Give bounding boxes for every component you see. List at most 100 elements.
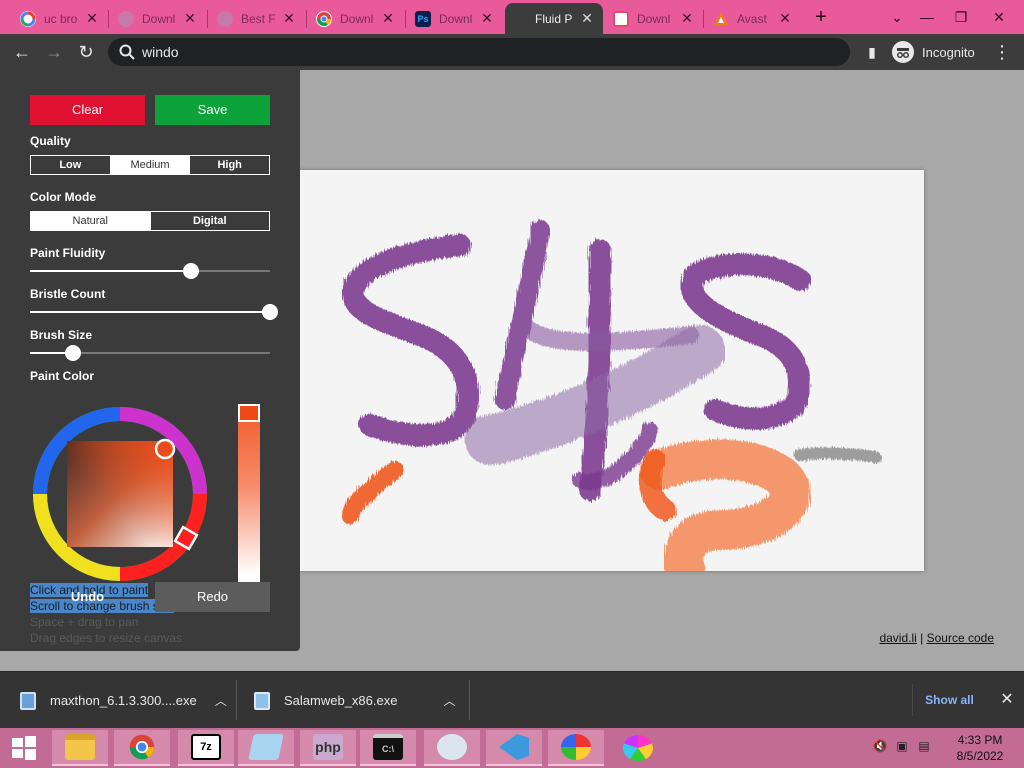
credits: david.li | Source code [879,631,994,645]
tab-best[interactable]: Best F ✕ [209,3,305,34]
tab-download-4[interactable]: Downl ✕ [605,3,703,34]
chevron-up-icon[interactable]: ︿ [443,692,455,709]
hint-line: Space + drag to pan [30,615,139,629]
taskbar-7zip[interactable]: 7z [178,730,234,766]
slider-knob[interactable] [65,345,82,361]
taskbar-photos[interactable] [548,730,604,766]
tab-separator [306,10,307,28]
tab-download-2[interactable]: Downl ✕ [308,3,404,34]
show-all-button[interactable]: Show all [912,684,986,716]
side-panel-icon[interactable]: ▮ [860,40,884,64]
close-icon[interactable]: ✕ [84,10,100,27]
taskbar-media-player[interactable] [424,730,480,766]
download-item[interactable]: maxthon_6.1.3.300....exe ︿ [20,672,227,729]
color-mode-natural-option[interactable]: Natural [31,212,150,230]
taskbar-vscode[interactable] [486,730,542,766]
notepad-icon [248,734,284,760]
tab-separator [108,10,109,28]
forward-button[interactable]: → [42,40,66,64]
taskbar-file-explorer[interactable] [52,730,108,766]
close-icon[interactable]: ✕ [679,10,695,27]
clock-date: 8/5/2022 [956,749,1004,763]
bristle-count-slider[interactable] [30,304,278,320]
reload-button[interactable]: ↻ [74,40,98,64]
tab-title: Downl [637,11,671,26]
close-icon[interactable]: ✕ [479,10,495,27]
save-button[interactable]: Save [155,95,270,125]
lightness-handle[interactable] [238,404,260,422]
tab-title: Downl [439,11,473,26]
tab-title: Downl [340,11,374,26]
start-button[interactable] [0,730,48,766]
lightness-slider[interactable] [238,404,260,584]
tab-uc-browser[interactable]: uc bro ✕ [12,3,108,34]
quality-low-option[interactable]: Low [31,156,110,174]
page-icon [613,10,629,27]
close-window-button[interactable]: ✕ [982,4,1016,30]
battery-warning-icon[interactable]: ▤ [916,738,932,754]
close-icon[interactable]: ✕ [182,10,198,27]
7zip-icon: 7z [191,734,221,760]
address-bar[interactable]: windo [108,38,850,66]
paint-canvas[interactable] [300,170,924,571]
close-icon[interactable]: ✕ [281,10,297,27]
clear-button[interactable]: Clear [30,95,145,125]
download-filename: maxthon_6.1.3.300....exe [50,693,197,708]
installer-file-icon [254,691,270,710]
download-separator [469,680,470,720]
quality-high-option[interactable]: High [189,156,269,174]
quality-medium-option[interactable]: Medium [109,156,190,174]
taskbar-notepad[interactable] [238,730,294,766]
tab-download-1[interactable]: Downl ✕ [110,3,206,34]
slider-knob[interactable] [182,263,199,279]
tab-fluid-paint[interactable]: Fluid P ✕ [505,3,603,34]
menu-icon[interactable]: ⋮ [990,40,1014,64]
incognito-icon [892,41,914,63]
volume-muted-icon[interactable]: 🔇 [872,738,888,754]
slider-knob[interactable] [262,304,278,320]
tab-separator [405,10,406,28]
incognito-indicator[interactable]: Incognito [892,41,975,63]
tab-title: Downl [142,11,176,26]
tab-separator [703,10,704,28]
taskbar-chrome[interactable] [114,730,170,766]
system-clock[interactable]: 4:33 PM 8/5/2022 [950,732,1010,764]
color-mode-digital-option[interactable]: Digital [149,212,270,230]
close-icon[interactable]: ✕ [777,10,793,27]
close-icon[interactable]: ✕ [579,10,595,27]
tab-avast[interactable]: Avast ✕ [705,3,801,34]
page-icon [118,10,134,27]
taskbar-paint[interactable] [610,730,666,766]
painting-strokes [341,220,881,571]
bristle-count-label: Bristle Count [30,287,106,301]
chevron-up-icon[interactable]: ︿ [215,692,227,709]
color-wheel-picker[interactable] [30,404,210,584]
tab-search-chevron-icon[interactable]: ⌄ [880,4,914,30]
tab-download-3[interactable]: Ps Downl ✕ [407,3,503,34]
exe-file-icon [20,691,36,710]
author-link[interactable]: david.li [879,631,916,645]
new-tab-button[interactable]: + [810,6,832,28]
minimize-button[interactable]: — [910,4,944,30]
close-download-bar-icon[interactable]: ✕ [996,686,1018,714]
restore-button[interactable]: ❐ [944,4,978,30]
back-button[interactable]: ← [10,40,34,64]
close-icon[interactable]: ✕ [380,10,396,27]
network-icon[interactable]: ▣ [894,738,910,754]
download-filename: Salamweb_x86.exe [284,693,398,708]
brush-size-slider[interactable] [30,345,270,361]
windows-icon [12,736,36,760]
browser-toolbar: ← → ↻ windo ▮ Incognito ⋮ [0,34,1024,70]
paint-color-label: Paint Color [30,369,95,383]
source-code-link[interactable]: Source code [927,631,994,645]
download-item[interactable]: Salamweb_x86.exe ︿ [254,672,455,729]
photos-icon [561,734,591,760]
search-icon [118,43,136,61]
redo-button[interactable]: Redo [155,582,270,612]
undo-button[interactable]: Undo [30,582,145,612]
paint-fluidity-slider[interactable] [30,263,270,279]
taskbar-php[interactable]: php [300,730,356,766]
tab-title: Fluid P [535,11,573,26]
taskbar-cmd[interactable]: C:\ [360,730,416,766]
file-explorer-icon [65,734,95,760]
